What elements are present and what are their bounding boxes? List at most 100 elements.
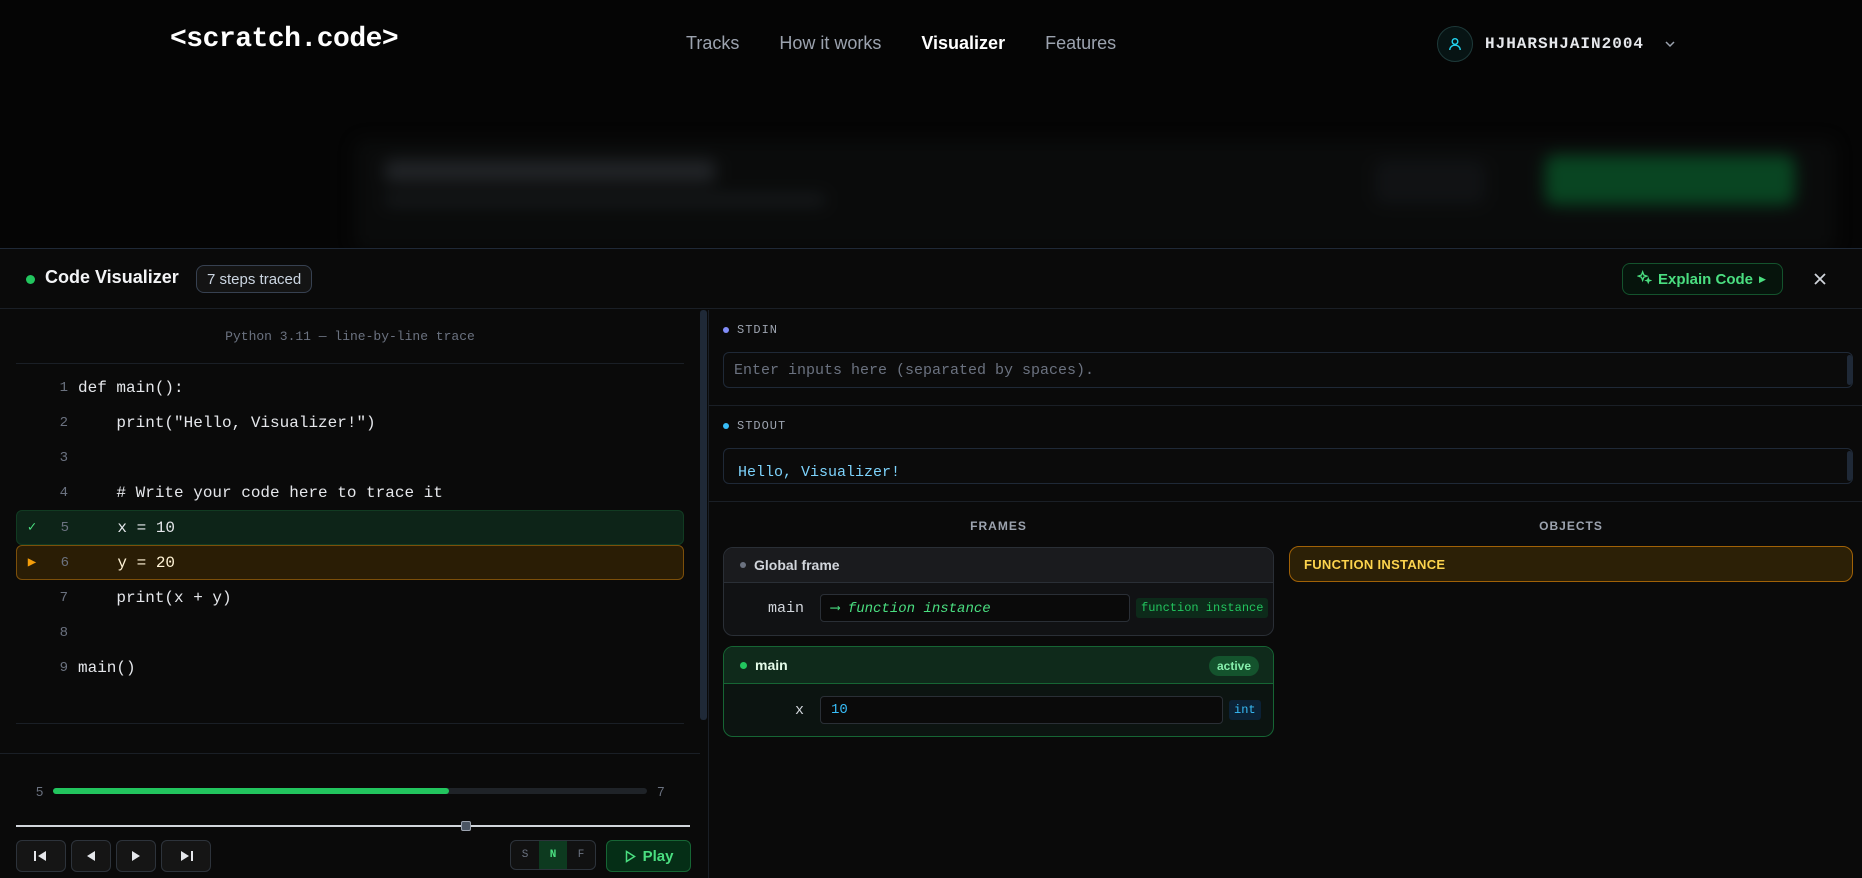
line-number: 8 — [59, 624, 68, 641]
play-label: Play — [642, 847, 674, 865]
code-line[interactable]: 7 print(x + y) — [16, 580, 684, 615]
main-frame-title: main — [755, 657, 788, 673]
user-avatar-icon — [1437, 26, 1473, 62]
code-lines: 1 def main(): 2 print("Hello, Visualizer!"… — [16, 370, 684, 685]
stdin-dot — [723, 327, 729, 333]
sparkle-icon — [1636, 269, 1653, 289]
main-var-row: x 10 int — [724, 696, 1261, 724]
code-scrollbar[interactable] — [700, 310, 707, 720]
blurred-primary-button — [1545, 155, 1795, 205]
line-number: 4 — [59, 484, 68, 501]
last-step-button[interactable] — [161, 840, 211, 872]
play-arrow-icon: ▶ — [1759, 273, 1766, 284]
stdin-placeholder: Enter inputs here (separated by spaces). — [734, 361, 1095, 379]
frame-dot — [740, 661, 747, 669]
line-number: 6 — [60, 554, 69, 571]
code-line[interactable]: 9 main() — [16, 650, 684, 685]
code-line[interactable]: ▶ 6 y = 20 — [16, 545, 684, 580]
divider — [0, 753, 700, 754]
code-visualizer-panel: Code Visualizer 7 steps traced Explain C… — [0, 248, 1862, 878]
step-back-icon — [87, 851, 95, 861]
progress-fill — [53, 788, 450, 794]
active-badge: active — [1208, 656, 1259, 676]
speed-normal[interactable]: N — [539, 841, 567, 869]
stdout-output: Hello, Visualizer! — [723, 448, 1853, 484]
frames-heading: FRAMES — [970, 519, 1027, 533]
next-step-button[interactable] — [116, 840, 156, 872]
line-number: 3 — [59, 449, 68, 466]
progress-total: 7 — [657, 783, 665, 799]
runtime-pane: STDIN Enter inputs here (separated by sp… — [708, 310, 1862, 878]
stdout-text: Hello, Visualizer! — [738, 463, 901, 481]
close-button[interactable] — [1806, 265, 1834, 293]
var-type: function instance — [1136, 598, 1269, 618]
step-forward-icon — [132, 851, 140, 861]
stdout-label-text: STDOUT — [737, 419, 787, 433]
stdin-label: STDIN — [723, 323, 778, 337]
blurred-background-page — [355, 140, 1835, 248]
global-var-row: main ⟶ function instance function instan… — [724, 594, 1269, 622]
nav-link-how-it-works[interactable]: How it works — [779, 33, 881, 54]
line-source: def main(): — [78, 378, 184, 397]
frame-dot — [740, 562, 746, 568]
code-pane: Python 3.11 — line-by-line trace 1 def ma… — [0, 310, 707, 878]
scrubber-handle[interactable] — [460, 821, 471, 831]
line-number: 1 — [59, 379, 68, 396]
speed-fast[interactable]: F — [567, 841, 595, 869]
code-line[interactable]: 1 def main(): — [16, 370, 684, 405]
steps-badge: 7 steps traced — [196, 265, 313, 293]
code-line[interactable]: ✓ 5 x = 10 — [16, 510, 684, 545]
var-name: x — [794, 701, 804, 719]
global-frame: Global frame main ⟶ function instance fu… — [723, 547, 1274, 636]
play-button[interactable]: Play — [606, 840, 691, 872]
line-source: # Write your code here to trace it — [78, 483, 443, 502]
user-menu[interactable]: HJHARSHJAIN2004 — [1437, 26, 1676, 62]
skip-to-end-icon — [181, 851, 193, 861]
nav-link-features[interactable]: Features — [1045, 33, 1116, 54]
stdout-scrollbar[interactable] — [1847, 451, 1852, 481]
code-trace-header: Python 3.11 — line-by-line trace — [16, 310, 684, 364]
line-number: 7 — [59, 589, 68, 606]
code-line[interactable]: 2 print("Hello, Visualizer!") — [16, 405, 684, 440]
panel-title: Code Visualizer — [45, 267, 179, 287]
top-navbar: <scratch.code> Tracks How it works Visua… — [0, 0, 1862, 248]
playback-controls: S N F Play — [16, 840, 691, 872]
code-line[interactable]: 4 # Write your code here to trace it — [16, 475, 684, 510]
code-line[interactable]: 8 — [16, 615, 684, 650]
site-logo[interactable]: <scratch.code> — [170, 24, 399, 55]
speed-slow[interactable]: S — [511, 841, 539, 869]
stdout-dot — [723, 423, 729, 429]
blurred-subtitle — [385, 195, 825, 205]
code-line[interactable]: 3 — [16, 440, 684, 475]
nav-link-tracks[interactable]: Tracks — [686, 33, 739, 54]
status-dot — [26, 275, 35, 284]
progress-current: 5 — [36, 783, 44, 799]
stdin-label-text: STDIN — [737, 323, 779, 337]
first-step-button[interactable] — [16, 840, 66, 872]
var-value: ⟶ function instance — [820, 594, 1130, 622]
stdin-input[interactable]: Enter inputs here (separated by spaces). — [723, 352, 1853, 388]
main-frame: main active x 10 int — [723, 646, 1274, 737]
line-source: print(x + y) — [78, 588, 232, 607]
step-progress: 5 7 — [36, 781, 676, 801]
line-source: y = 20 — [79, 553, 176, 572]
panel-header: Code Visualizer 7 steps traced Explain C… — [0, 249, 1862, 309]
line-number: 5 — [60, 519, 69, 536]
nav-link-visualizer[interactable]: Visualizer — [921, 33, 1005, 54]
close-icon — [1814, 273, 1826, 285]
prev-step-button[interactable] — [71, 840, 111, 872]
divider — [16, 723, 684, 724]
line-source: print("Hello, Visualizer!") — [78, 413, 376, 432]
objects-heading: OBJECTS — [1539, 519, 1603, 533]
explain-code-button[interactable]: Explain Code ▶ — [1622, 263, 1783, 295]
check-icon: ✓ — [27, 520, 37, 536]
divider — [709, 405, 1862, 406]
line-number: 9 — [59, 659, 68, 676]
blurred-button — [1375, 160, 1485, 204]
line-number: 2 — [59, 414, 68, 431]
global-frame-header: Global frame — [724, 548, 1273, 583]
stdin-scrollbar[interactable] — [1847, 355, 1852, 385]
step-scrubber[interactable] — [16, 821, 690, 831]
username: HJHARSHJAIN2004 — [1485, 35, 1645, 53]
speed-selector: S N F — [510, 840, 596, 870]
